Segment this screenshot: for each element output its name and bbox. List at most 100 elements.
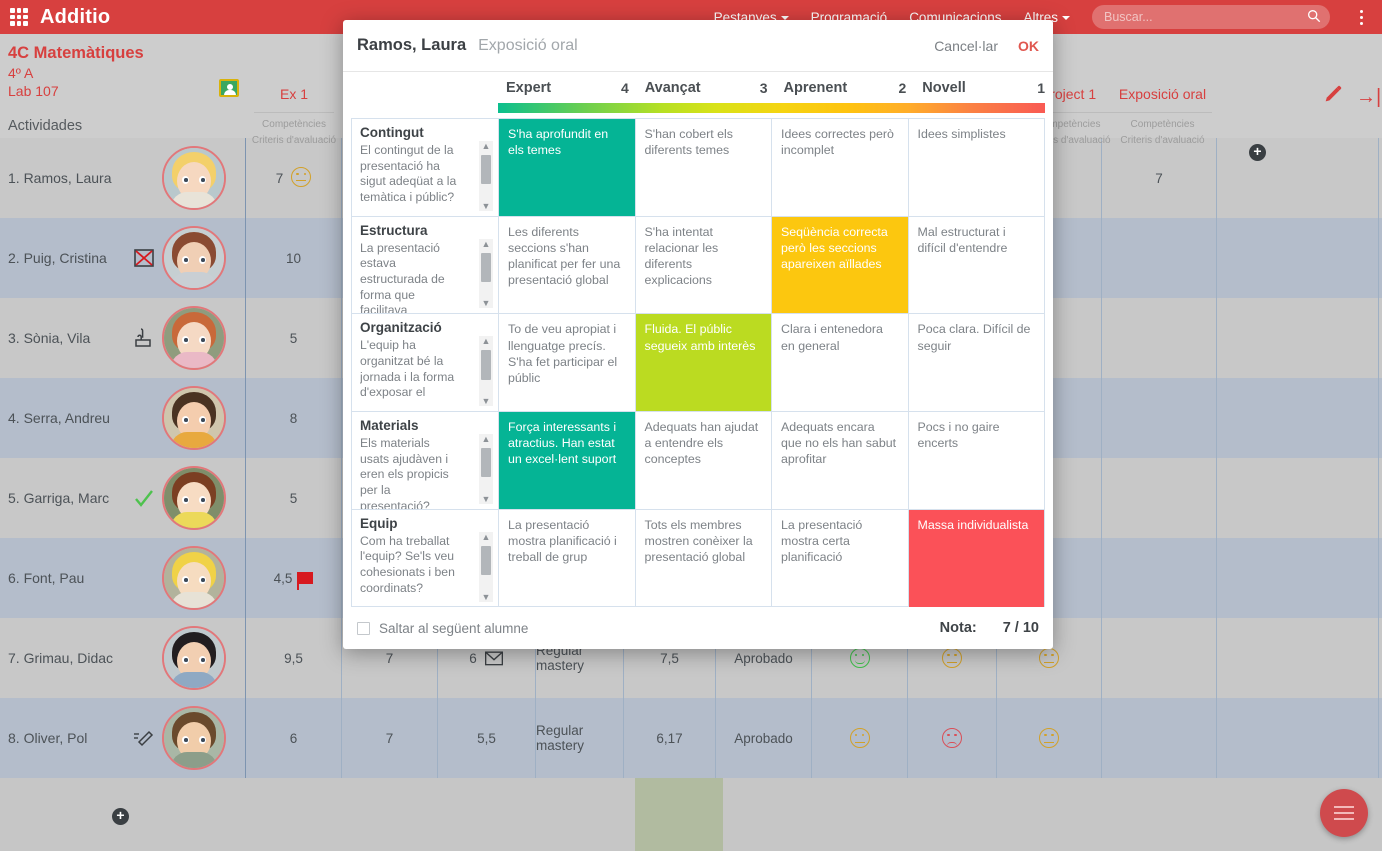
grade-cell[interactable]: 8: [246, 378, 342, 458]
grade-cell[interactable]: [1102, 458, 1217, 538]
pencil-icon[interactable]: [1322, 84, 1344, 106]
student-name-cell[interactable]: 4. Serra, Andreu: [0, 378, 246, 458]
empty-cell[interactable]: [1217, 538, 1379, 618]
grade-cell[interactable]: 5: [246, 458, 342, 538]
avatar[interactable]: [162, 626, 226, 690]
rubric-option-selected[interactable]: Massa individualista: [908, 509, 1044, 607]
table-row[interactable]: 8. Oliver, Pol 6 7 5,5 Regular mastery 6,17 Ap…: [0, 698, 1382, 778]
avatar[interactable]: [162, 226, 226, 290]
student-name-cell[interactable]: 1. Ramos, Laura: [0, 138, 246, 218]
rubric-option[interactable]: To de veu apropiat i llenguatge precís. …: [499, 314, 636, 412]
write-icon[interactable]: [132, 726, 156, 750]
empty-cell[interactable]: [1217, 378, 1379, 458]
mail-icon[interactable]: [484, 648, 504, 668]
mood-cell[interactable]: [812, 698, 908, 778]
student-name-cell[interactable]: 2. Puig, Cristina: [0, 218, 246, 298]
rubric-option-selected[interactable]: S'ha aprofundit en els temes: [499, 119, 636, 216]
avatar[interactable]: [162, 146, 226, 210]
rubric-option[interactable]: Mal estructurat i difícil d'entendre: [909, 217, 1045, 314]
rubric-option[interactable]: Idees simplistes: [909, 119, 1045, 216]
student-name-cell[interactable]: 3. Sònia, Vila: [0, 298, 246, 378]
mood-cell[interactable]: [908, 698, 997, 778]
scroll-down-icon[interactable]: ▼: [482, 201, 491, 211]
empty-cell[interactable]: [1217, 458, 1379, 538]
grade-cell[interactable]: [1102, 218, 1217, 298]
scroll-thumb[interactable]: [481, 252, 491, 283]
scroll-down-icon[interactable]: ▼: [482, 494, 491, 504]
column-header-ex1[interactable]: Ex 1 Competències Criteris d'avaluació: [246, 68, 342, 172]
scroll-up-icon[interactable]: ▲: [482, 141, 491, 151]
ok-button[interactable]: OK: [1018, 38, 1039, 54]
grade-cell[interactable]: [1102, 298, 1217, 378]
avatar[interactable]: [162, 306, 226, 370]
criterion-scrollbar[interactable]: ▲ ▼: [479, 531, 493, 602]
grade-cell[interactable]: 5,5: [438, 698, 536, 778]
floating-menu-button[interactable]: [1320, 789, 1368, 837]
flag-icon[interactable]: [297, 572, 314, 590]
grade-cell[interactable]: [1102, 618, 1217, 698]
grid-apps-icon[interactable]: [10, 8, 28, 26]
student-name-cell[interactable]: 6. Font, Pau: [0, 538, 246, 618]
mood-neutral-icon[interactable]: [942, 648, 962, 668]
grade-cell[interactable]: 9,5: [246, 618, 342, 698]
empty-cell[interactable]: [1217, 298, 1379, 378]
avatar[interactable]: [162, 546, 226, 610]
rubric-option[interactable]: Adequats han ajudat a entendre els conce…: [636, 412, 772, 509]
grade-cell[interactable]: 10: [246, 218, 342, 298]
scroll-down-icon[interactable]: ▼: [482, 592, 491, 602]
rubric-option[interactable]: La presentació mostra planificació i tre…: [499, 509, 636, 607]
rubric-option[interactable]: Idees correctes però incomplet: [772, 119, 909, 216]
group-icon[interactable]: [219, 79, 239, 97]
rubric-option[interactable]: Poca clara. Difícil de seguir: [909, 314, 1045, 411]
rubric-option[interactable]: S'ha intentat relacionar les diferents e…: [636, 216, 772, 314]
mood-neutral-icon[interactable]: [849, 728, 870, 748]
criterion-scrollbar[interactable]: ▲ ▼: [479, 238, 493, 309]
grade-cell[interactable]: [1102, 538, 1217, 618]
scroll-thumb[interactable]: [481, 545, 491, 576]
avatar[interactable]: [162, 706, 226, 770]
avatar[interactable]: [162, 386, 226, 450]
empty-cell[interactable]: [1217, 138, 1379, 218]
absence-icon[interactable]: [132, 246, 156, 270]
rubric-option[interactable]: La presentació mostra certa planificació: [772, 509, 909, 607]
grade-cell[interactable]: 4,5: [246, 538, 342, 618]
arrow-right-icon[interactable]: →|: [1356, 86, 1381, 109]
scroll-up-icon[interactable]: ▲: [482, 239, 491, 249]
mastery-cell[interactable]: Regular mastery: [536, 698, 624, 778]
scroll-thumb[interactable]: [481, 155, 491, 185]
search-box[interactable]: [1092, 5, 1330, 29]
empty-cell[interactable]: [1217, 698, 1379, 778]
cancel-button[interactable]: Cancel·lar: [934, 38, 998, 54]
grade-cell[interactable]: [1102, 698, 1217, 778]
rubric-option-selected[interactable]: Fluida. El públic segueix amb interès: [635, 314, 772, 412]
scroll-thumb[interactable]: [481, 448, 491, 478]
rubric-option[interactable]: Tots els membres mostren conèixer la pre…: [636, 509, 772, 607]
check-icon[interactable]: [132, 486, 156, 510]
rubric-option[interactable]: S'han cobert els diferents temes: [636, 119, 772, 216]
empty-cell[interactable]: [1217, 218, 1379, 298]
rubric-option[interactable]: Pocs i no gaire encerts: [909, 412, 1045, 509]
column-header-exposicio-oral[interactable]: Exposició oral Competències Criteris d'a…: [1105, 68, 1220, 172]
empty-cell[interactable]: [1217, 618, 1379, 698]
mood-happy-icon[interactable]: [849, 648, 870, 668]
rubric-option[interactable]: Clara i entenedora en general: [772, 314, 909, 412]
add-column-button[interactable]: +: [1249, 144, 1266, 161]
rubric-option[interactable]: Adequats encara que no els han sabut apr…: [772, 412, 909, 509]
status-cell[interactable]: Aprobado: [716, 698, 812, 778]
avatar[interactable]: [162, 466, 226, 530]
mood-sad-icon[interactable]: [942, 728, 962, 748]
scroll-down-icon[interactable]: ▼: [482, 298, 491, 308]
student-name-cell[interactable]: 8. Oliver, Pol: [0, 698, 246, 778]
average-cell[interactable]: 6,17: [624, 698, 716, 778]
grade-cell[interactable]: 7: [342, 698, 438, 778]
grade-cell[interactable]: [1102, 378, 1217, 458]
rubric-option-selected[interactable]: Força interessants i atractius. Han esta…: [499, 412, 636, 509]
scroll-thumb[interactable]: [481, 350, 491, 380]
scroll-up-icon[interactable]: ▲: [482, 336, 491, 346]
scroll-down-icon[interactable]: ▼: [482, 396, 491, 406]
rubric-option-selected[interactable]: Seqüència correcta però les seccions apa…: [772, 216, 909, 314]
grade-cell[interactable]: 6: [246, 698, 342, 778]
criterion-scrollbar[interactable]: ▲ ▼: [479, 336, 493, 407]
search-input[interactable]: [1092, 5, 1330, 29]
kebab-menu-icon[interactable]: [1352, 9, 1370, 25]
